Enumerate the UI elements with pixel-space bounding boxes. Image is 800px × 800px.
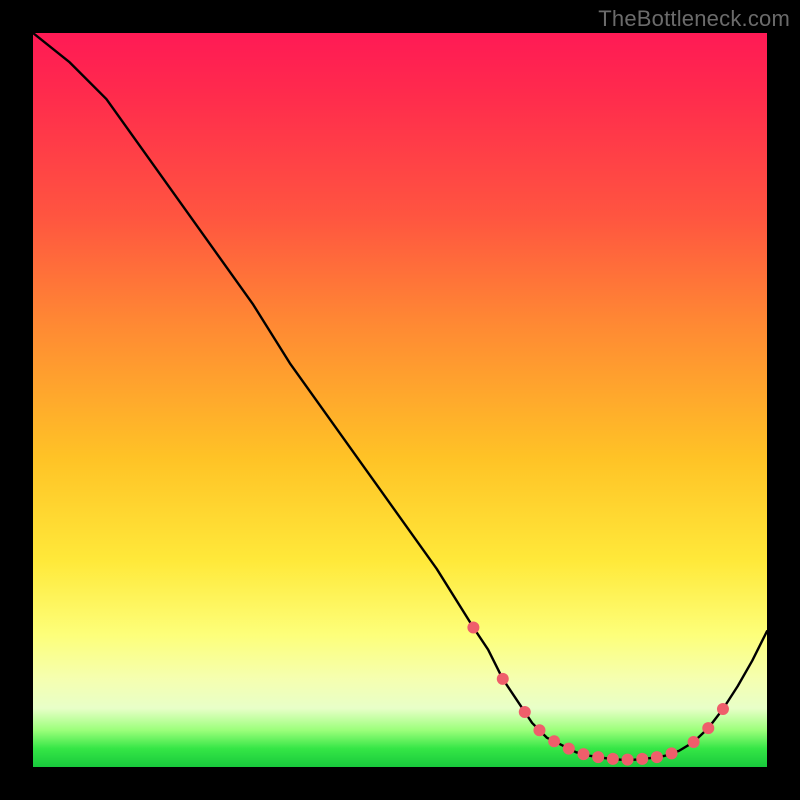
curve-marker: [702, 722, 714, 734]
curve-marker: [688, 736, 700, 748]
curve-marker: [578, 748, 590, 760]
curve-layer: [33, 33, 767, 767]
curve-marker: [592, 751, 604, 763]
watermark-text: TheBottleneck.com: [598, 6, 790, 32]
curve-marker: [467, 622, 479, 634]
curve-marker: [636, 753, 648, 765]
curve-marker: [548, 735, 560, 747]
curve-marker: [563, 743, 575, 755]
curve-marker: [533, 724, 545, 736]
curve-marker: [622, 754, 634, 766]
curve-marker: [666, 747, 678, 759]
chart-stage: TheBottleneck.com: [0, 0, 800, 800]
curve-marker: [651, 751, 663, 763]
curve-marker: [717, 703, 729, 715]
plot-area: [33, 33, 767, 767]
marker-group: [467, 622, 729, 766]
bottleneck-curve: [33, 33, 767, 760]
curve-marker: [607, 753, 619, 765]
curve-marker: [519, 706, 531, 718]
curve-marker: [497, 673, 509, 685]
